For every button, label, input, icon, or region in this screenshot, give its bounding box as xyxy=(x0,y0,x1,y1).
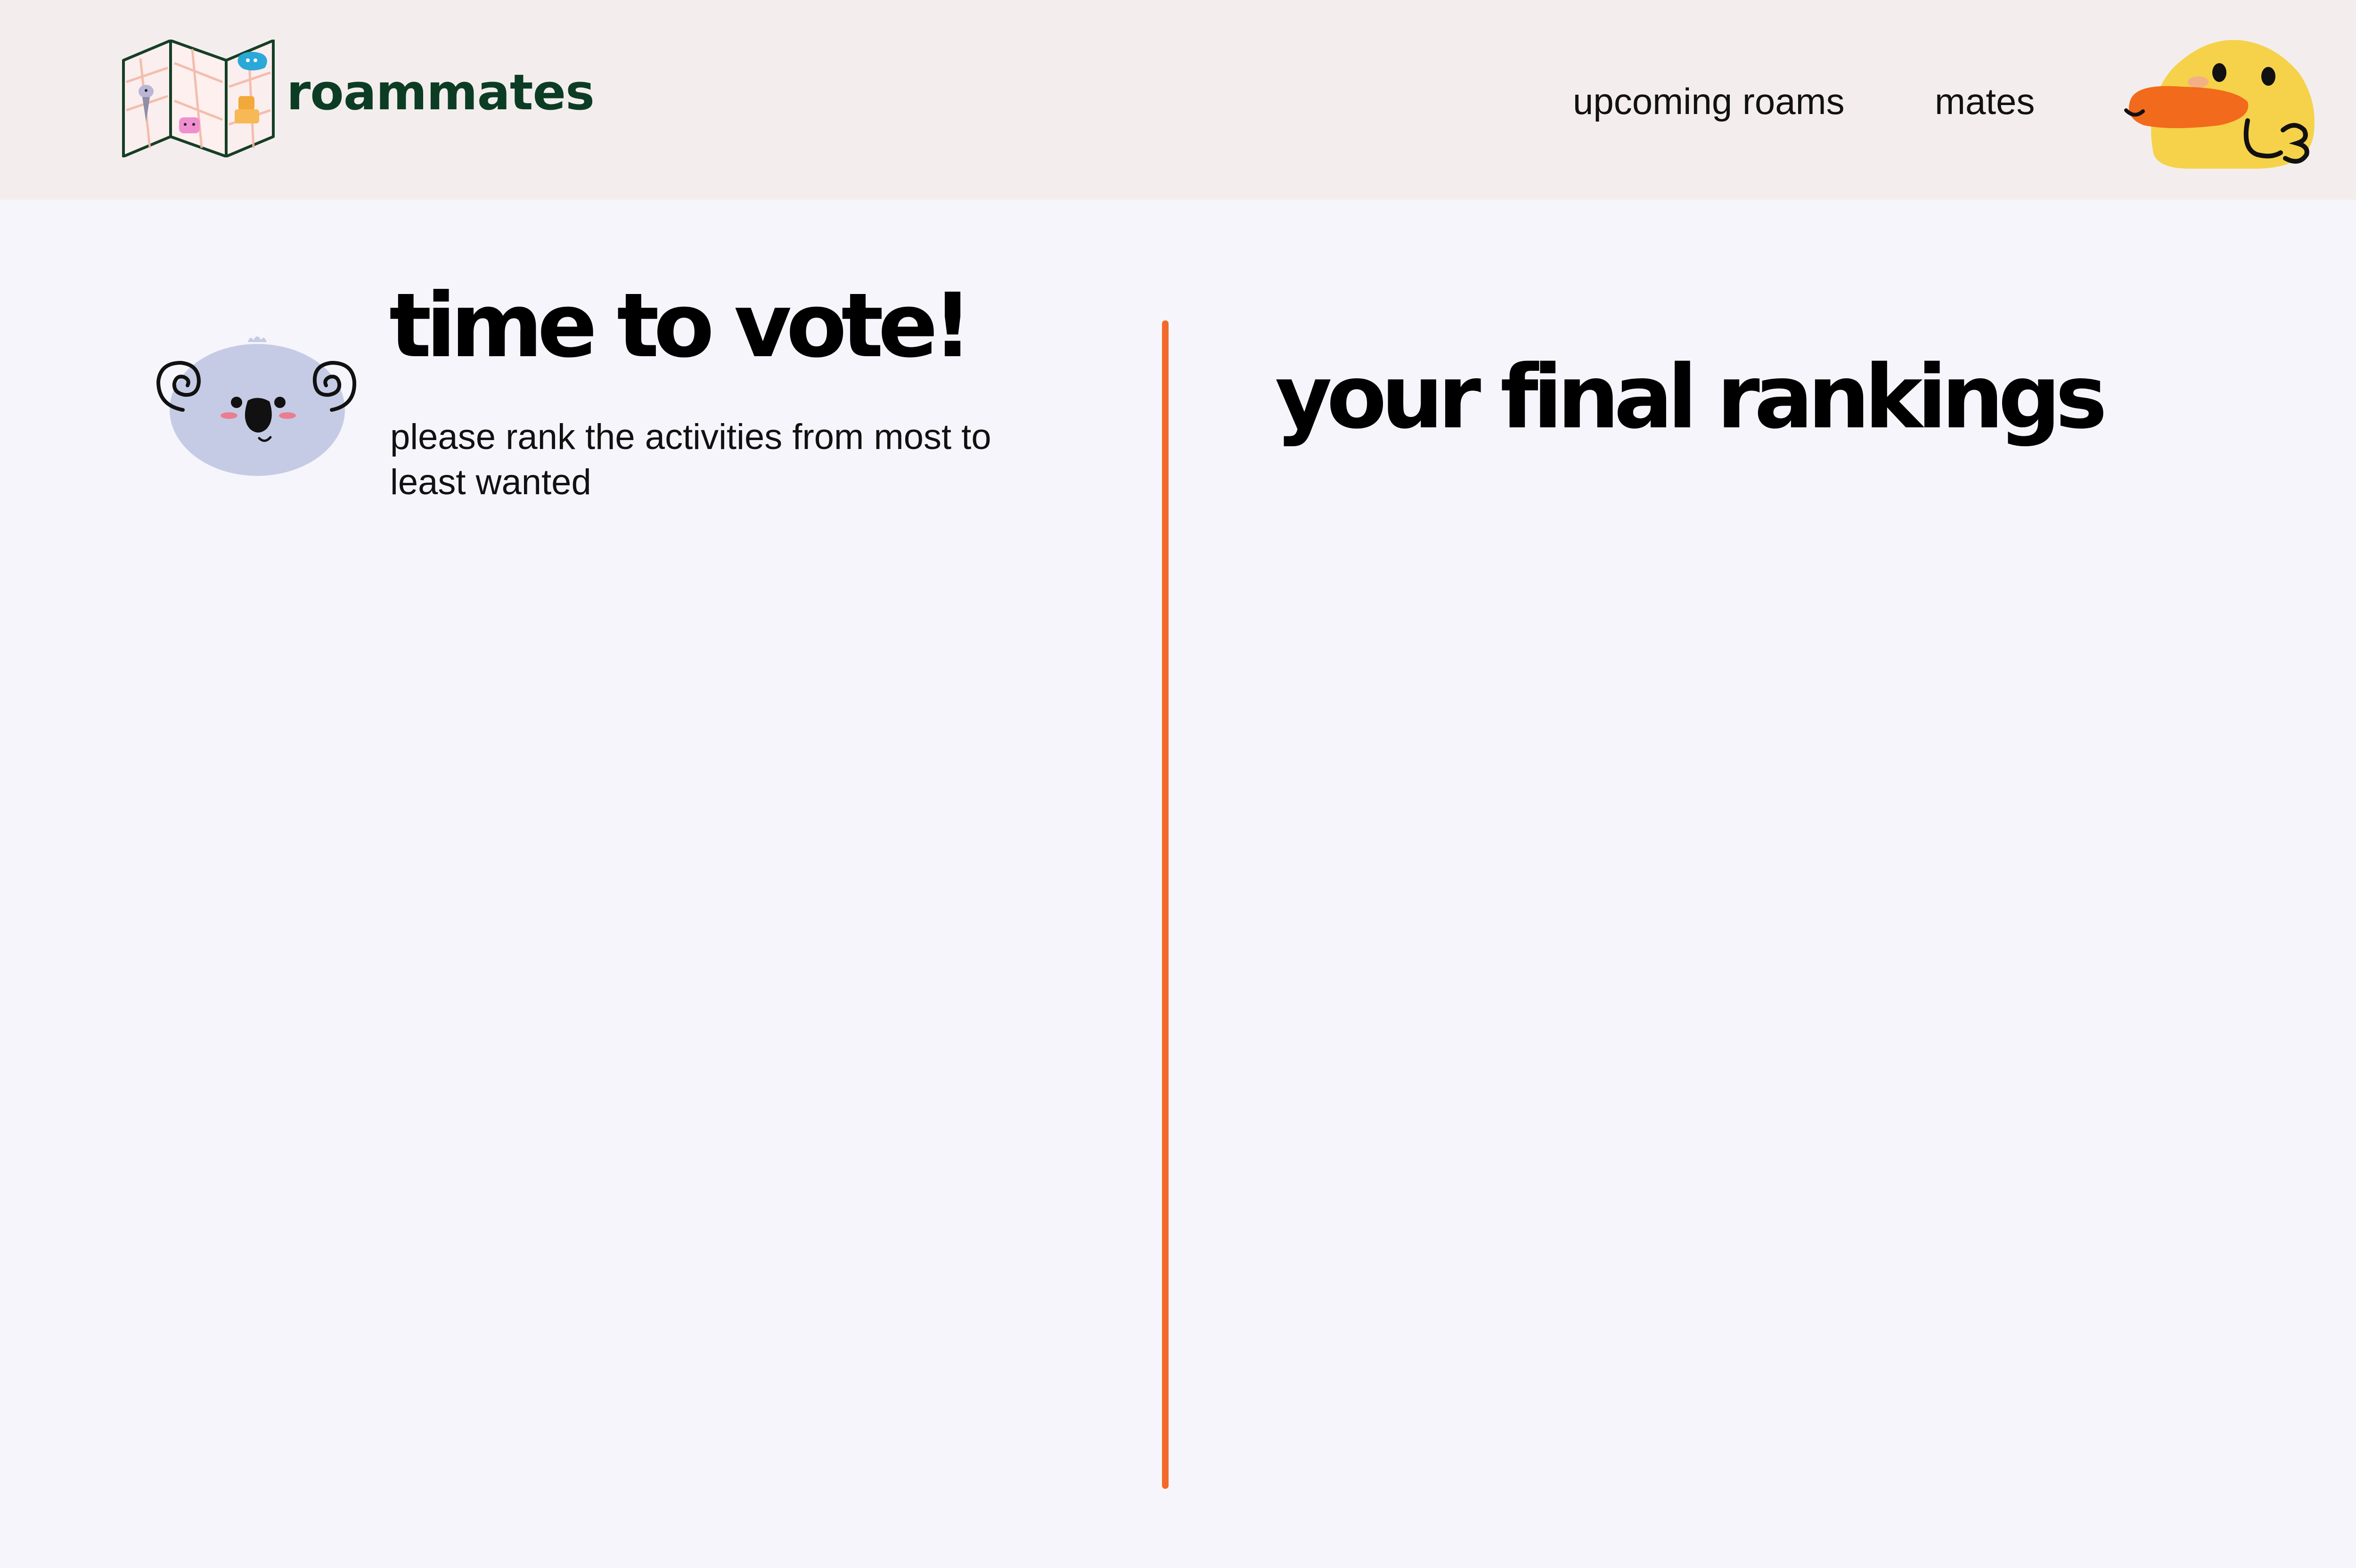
top-navbar: roammates upcoming roams mates xyxy=(0,0,2356,200)
duck-avatar-icon[interactable] xyxy=(2116,31,2318,171)
nav-upcoming-roams[interactable]: upcoming roams xyxy=(1573,83,1845,120)
home-logo-link[interactable]: roammates xyxy=(122,40,595,158)
brand-name: roammates xyxy=(286,64,595,121)
section-divider xyxy=(1162,320,1169,1489)
folded-map-icon xyxy=(122,40,275,157)
voting-title: time to vote! xyxy=(389,274,973,377)
voting-instructions: please rank the activities from most to … xyxy=(390,417,991,502)
nav-mates[interactable]: mates xyxy=(1935,83,2035,120)
rankings-title: your final rankings xyxy=(1275,346,2107,448)
koala-icon xyxy=(156,336,357,476)
